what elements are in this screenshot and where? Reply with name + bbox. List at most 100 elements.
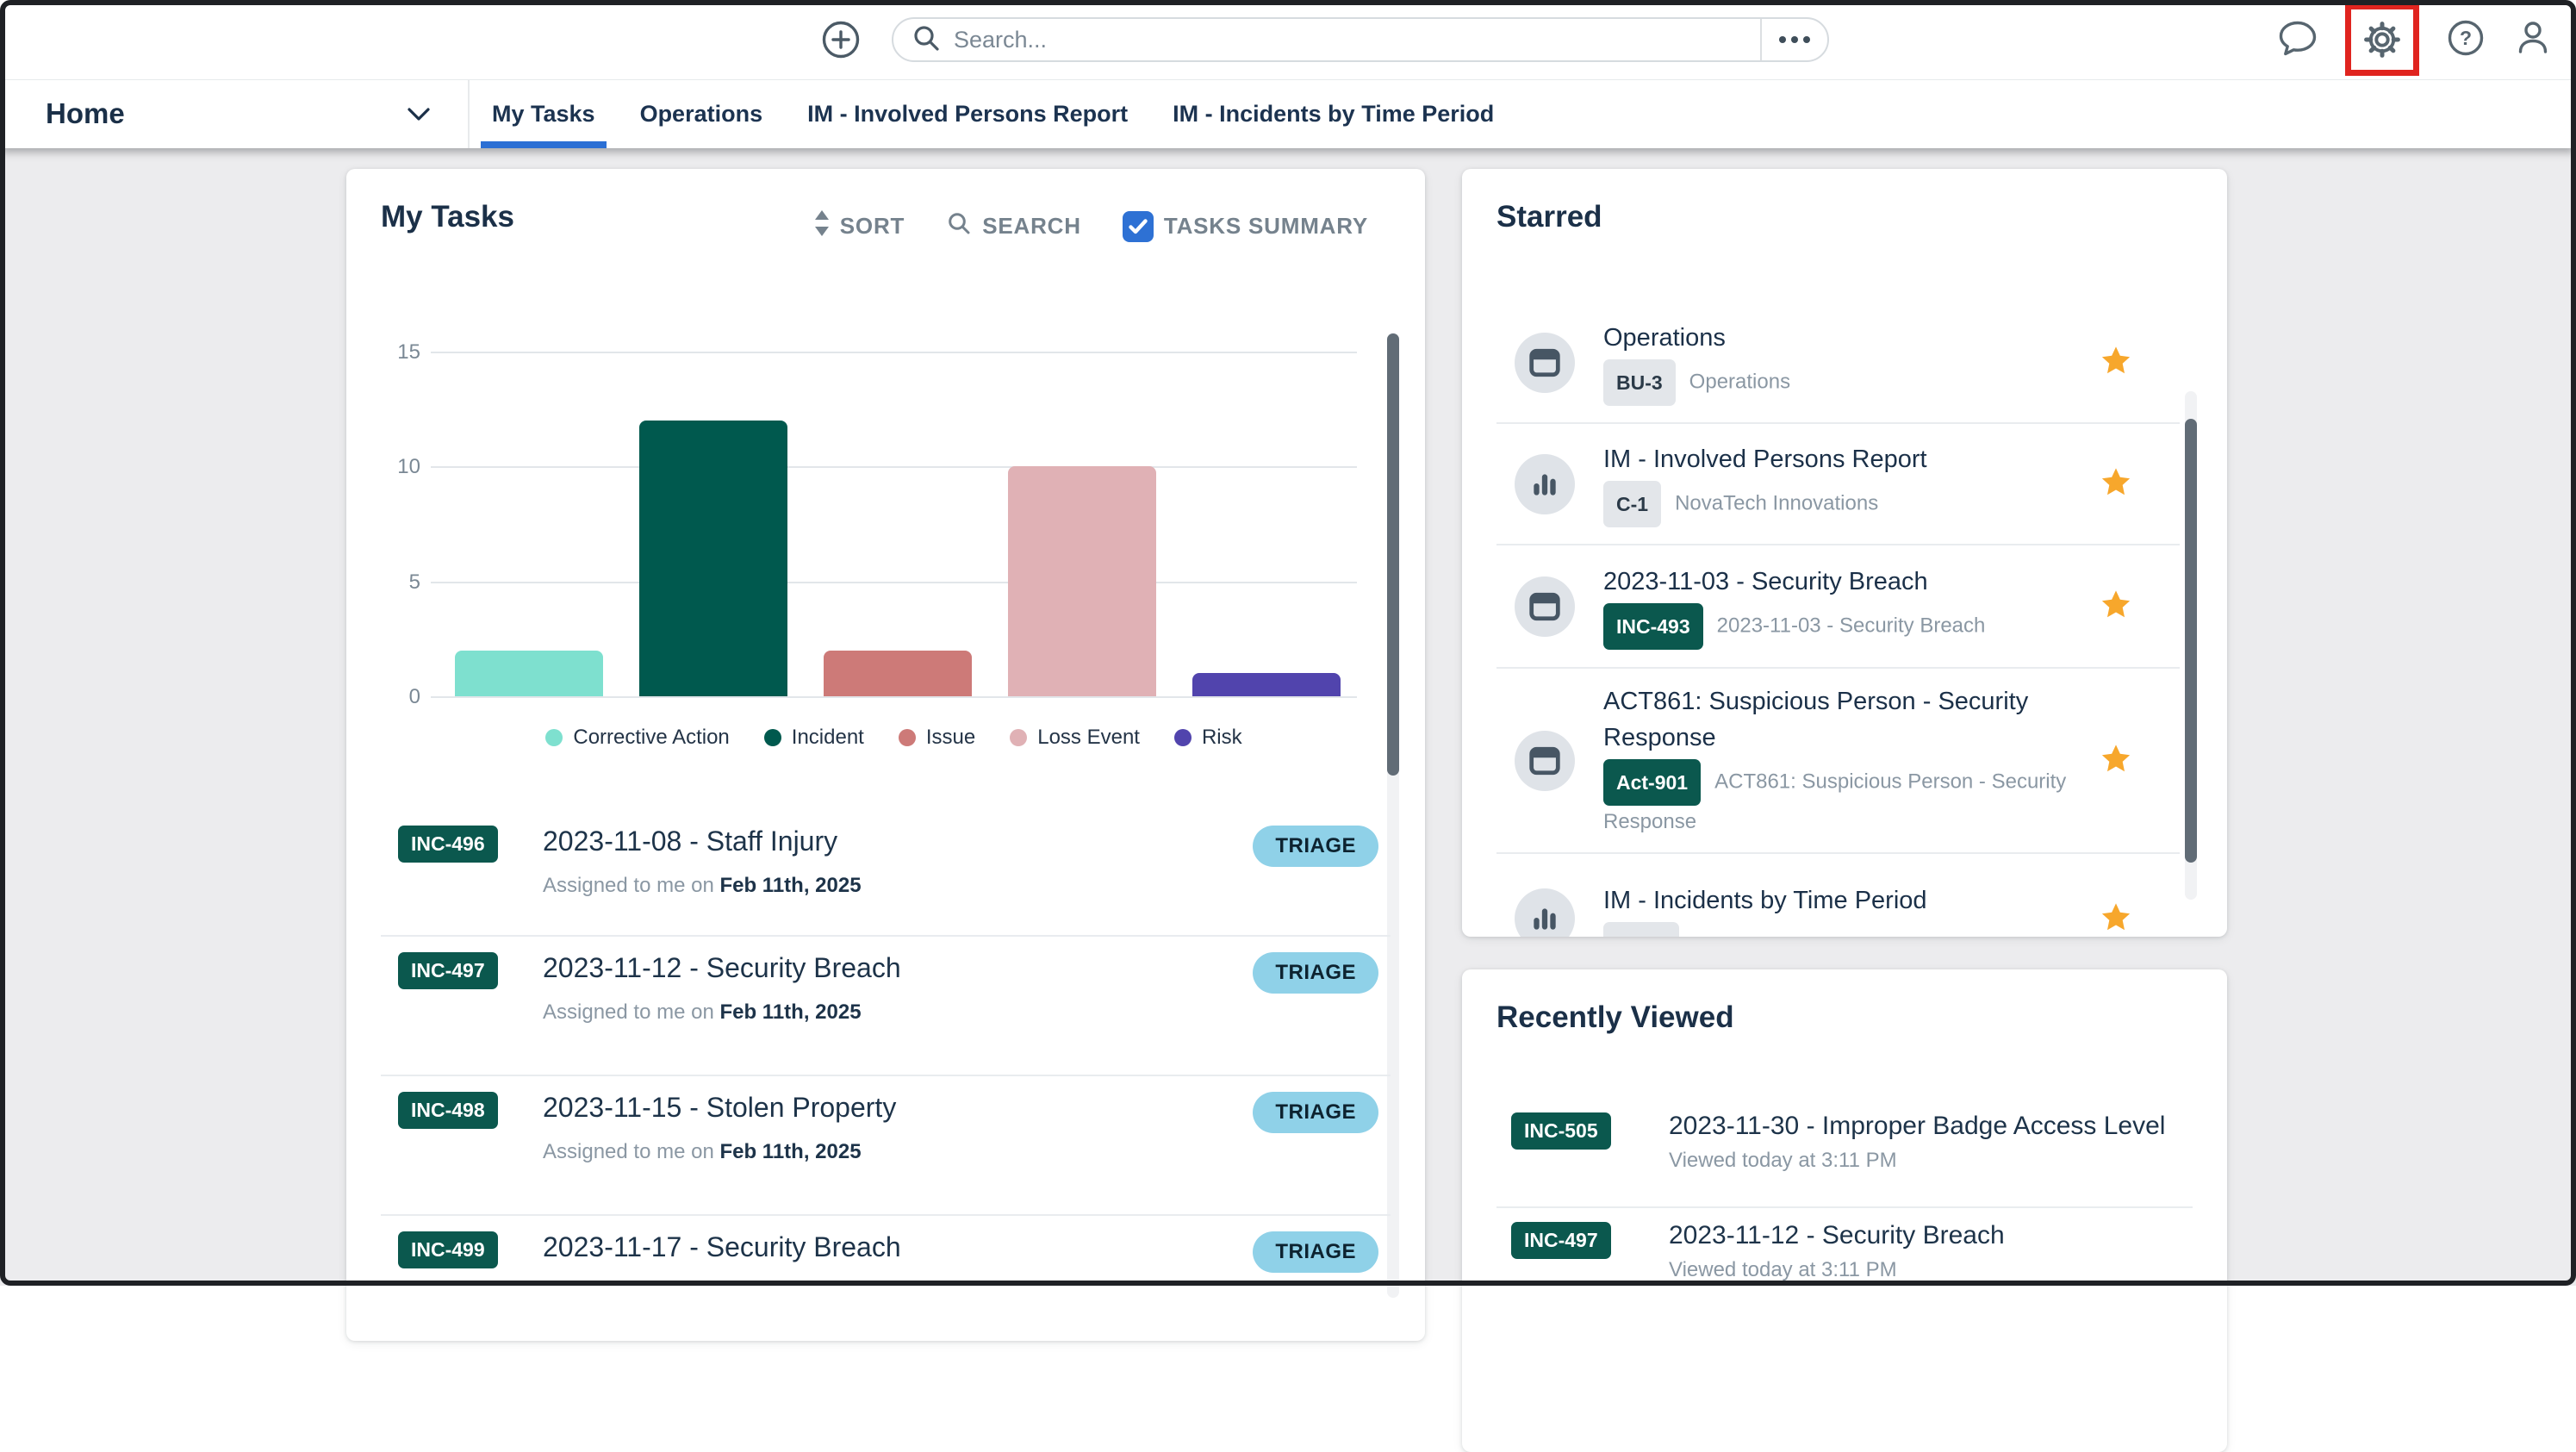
recently-viewed-item[interactable]: INC-505 2023-11-30 - Improper Badge Acce… bbox=[1496, 1099, 2193, 1208]
y-axis-tick: 15 bbox=[381, 340, 420, 365]
recently-viewed-item-title: 2023-11-12 - Security Breach bbox=[1669, 1220, 2193, 1251]
recently-viewed-item[interactable]: INC-497 2023-11-12 - Security Breach Vie… bbox=[1496, 1208, 2193, 1318]
starred-item-sub: INC-4932023-11-03 - Security Breach bbox=[1603, 603, 2087, 650]
recently-viewed-card: Recently Viewed INC-505 2023-11-30 - Imp… bbox=[1462, 969, 2227, 1452]
bar-risk bbox=[1192, 673, 1341, 696]
tasks-summary-checkbox[interactable] bbox=[1123, 211, 1154, 242]
bar-chart-icon bbox=[1515, 454, 1575, 514]
bar-chart-icon bbox=[1515, 888, 1575, 937]
help-icon[interactable]: ? bbox=[2445, 17, 2486, 63]
starred-item[interactable]: IM - Involved Persons Report C-1NovaTech… bbox=[1496, 424, 2180, 545]
starred-item[interactable]: ACT861: Suspicious Person - Security Res… bbox=[1496, 669, 2180, 854]
chevron-down-icon[interactable] bbox=[407, 107, 431, 127]
star-icon[interactable] bbox=[2100, 902, 2131, 936]
task-title: 2023-11-08 - Staff Injury bbox=[543, 824, 1253, 858]
window-icon bbox=[1515, 731, 1575, 791]
starred-list: Operations BU-3Operations IM - Involved … bbox=[1496, 302, 2180, 937]
my-tasks-title: My Tasks bbox=[381, 200, 514, 234]
scrollbar-thumb[interactable] bbox=[1387, 333, 1399, 776]
legend-dot bbox=[764, 729, 781, 746]
starred-item[interactable]: 2023-11-03 - Security Breach INC-4932023… bbox=[1496, 545, 2180, 669]
y-axis-tick: 5 bbox=[381, 570, 420, 595]
tab-im-incidents-by-time-period[interactable]: IM - Incidents by Time Period bbox=[1150, 79, 1516, 148]
star-icon[interactable] bbox=[2100, 744, 2131, 777]
item-id-badge bbox=[1603, 922, 1679, 937]
recently-viewed-item-time: Viewed today at 3:11 PM bbox=[1669, 1149, 2193, 1173]
star-icon[interactable] bbox=[2100, 467, 2131, 501]
sort-button[interactable]: SORT bbox=[814, 210, 905, 242]
sort-icon bbox=[814, 210, 830, 242]
add-icon[interactable] bbox=[821, 20, 861, 59]
star-icon[interactable] bbox=[2100, 589, 2131, 623]
y-axis-tick: 10 bbox=[381, 455, 420, 479]
item-id-badge: BU-3 bbox=[1603, 359, 1676, 406]
tab-bar: My Tasks Operations IM - Involved Person… bbox=[470, 79, 1516, 148]
chat-icon[interactable] bbox=[2276, 17, 2319, 63]
task-list: INC-496 2023-11-08 - Staff Injury Assign… bbox=[346, 810, 1425, 1341]
status-badge: TRIAGE bbox=[1253, 1231, 1378, 1273]
starred-item-title: 2023-11-03 - Security Breach bbox=[1603, 564, 2087, 600]
starred-title: Starred bbox=[1496, 200, 1602, 234]
svg-text:?: ? bbox=[2460, 27, 2472, 49]
gridline bbox=[431, 582, 1357, 583]
legend-item: Incident bbox=[764, 726, 864, 750]
legend-dot bbox=[1174, 729, 1192, 746]
search-icon bbox=[946, 210, 972, 242]
legend-dot bbox=[545, 729, 563, 746]
scrollbar-thumb[interactable] bbox=[2185, 419, 2197, 863]
window-icon bbox=[1515, 576, 1575, 637]
task-row[interactable]: INC-499 2023-11-17 - Security Breach TRI… bbox=[381, 1216, 1391, 1341]
more-options-icon[interactable] bbox=[1760, 19, 1827, 60]
item-id-badge: INC-493 bbox=[1603, 603, 1703, 650]
search-icon bbox=[911, 22, 942, 58]
top-bar: ? bbox=[0, 0, 2576, 80]
recently-viewed-item-time: Viewed today at 3:11 PM bbox=[1669, 1258, 2193, 1282]
starred-item[interactable]: IM - Incidents by Time Period bbox=[1496, 854, 2180, 937]
home-label: Home bbox=[46, 97, 125, 130]
tab-operations[interactable]: Operations bbox=[618, 79, 786, 148]
my-tasks-card: My Tasks SORT SEARCH TASKS SUMMARY bbox=[346, 169, 1425, 1341]
starred-item-sub: C-1NovaTech Innovations bbox=[1603, 481, 2087, 527]
tasks-summary-toggle[interactable]: TASKS SUMMARY bbox=[1123, 211, 1368, 242]
tasks-summary-chart: 051015 Corrective Action Incident Issue … bbox=[381, 333, 1393, 763]
item-id-badge: INC-505 bbox=[1511, 1112, 1611, 1150]
starred-card: Starred Operations BU-3Operations bbox=[1462, 169, 2227, 937]
task-row[interactable]: INC-498 2023-11-15 - Stolen Property Ass… bbox=[381, 1076, 1391, 1216]
recently-viewed-list: INC-505 2023-11-30 - Improper Badge Acce… bbox=[1496, 1099, 2193, 1318]
tab-im-involved-persons-report[interactable]: IM - Involved Persons Report bbox=[785, 79, 1150, 148]
star-icon[interactable] bbox=[2100, 346, 2131, 379]
starred-item[interactable]: Operations BU-3Operations bbox=[1496, 302, 2180, 424]
gridline bbox=[431, 352, 1357, 353]
chart-legend: Corrective Action Incident Issue Loss Ev… bbox=[431, 726, 1357, 750]
search-input[interactable] bbox=[952, 26, 1760, 54]
task-title: 2023-11-17 - Security Breach bbox=[543, 1230, 1253, 1264]
task-id-badge: INC-499 bbox=[398, 1231, 498, 1268]
tab-my-tasks[interactable]: My Tasks bbox=[470, 79, 618, 148]
search-bar bbox=[892, 17, 1829, 62]
task-assigned: Assigned to me on Feb 11th, 2025 bbox=[543, 1000, 1253, 1025]
gear-icon[interactable] bbox=[2360, 17, 2405, 62]
task-title: 2023-11-12 - Security Breach bbox=[543, 950, 1253, 985]
starred-item-title: ACT861: Suspicious Person - Security Res… bbox=[1603, 683, 2087, 756]
gridline bbox=[431, 696, 1357, 698]
task-row[interactable]: INC-496 2023-11-08 - Staff Injury Assign… bbox=[381, 810, 1391, 937]
task-assigned: Assigned to me on Feb 11th, 2025 bbox=[543, 874, 1253, 898]
starred-item-title: IM - Involved Persons Report bbox=[1603, 441, 2087, 477]
search-tasks-button[interactable]: SEARCH bbox=[946, 210, 1081, 242]
legend-item: Corrective Action bbox=[545, 726, 729, 750]
starred-item-sub: Act-901ACT861: Suspicious Person - Secur… bbox=[1603, 759, 2087, 838]
recently-viewed-title: Recently Viewed bbox=[1496, 1000, 1734, 1035]
recently-viewed-item-title: 2023-11-30 - Improper Badge Access Level bbox=[1669, 1111, 2193, 1142]
person-icon[interactable] bbox=[2512, 17, 2554, 63]
home-dropdown[interactable]: Home bbox=[46, 79, 125, 148]
legend-item: Issue bbox=[899, 726, 975, 750]
status-badge: TRIAGE bbox=[1253, 1092, 1378, 1133]
status-badge: TRIAGE bbox=[1253, 826, 1378, 867]
bar-issue bbox=[824, 651, 972, 696]
task-assigned: Assigned to me on Feb 11th, 2025 bbox=[543, 1140, 1253, 1164]
task-row[interactable]: INC-497 2023-11-12 - Security Breach Ass… bbox=[381, 937, 1391, 1076]
annotation-highlight bbox=[2345, 3, 2419, 76]
bar-incident bbox=[639, 421, 787, 696]
item-id-badge: C-1 bbox=[1603, 481, 1661, 527]
gridline bbox=[431, 466, 1357, 468]
